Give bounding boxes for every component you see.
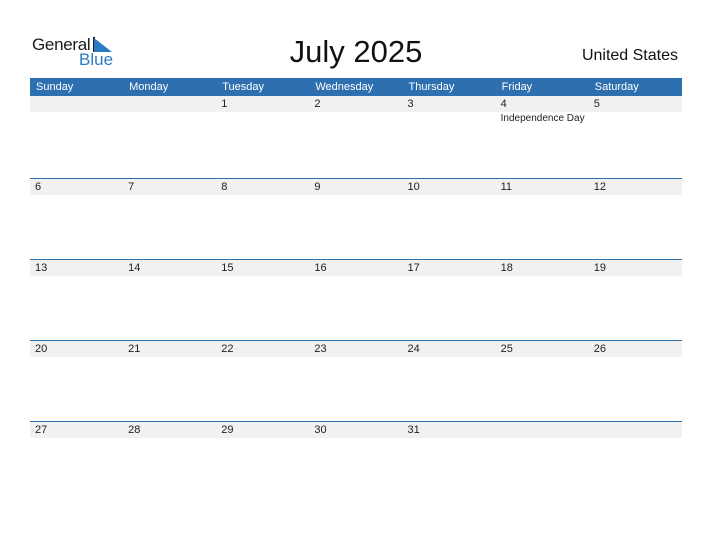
- day-number: 20: [35, 343, 48, 355]
- day-number: 5: [593, 98, 600, 110]
- day-number: 13: [35, 262, 48, 274]
- day-event: [589, 112, 682, 124]
- day-event: [123, 276, 216, 277]
- day-number: 2: [314, 98, 321, 110]
- day-event: [589, 438, 682, 439]
- day-number: 22: [221, 343, 234, 355]
- day-event: [30, 438, 123, 439]
- day-number: 21: [128, 343, 141, 355]
- day-number: 9: [314, 181, 321, 193]
- day-number: 19: [593, 262, 606, 274]
- day-number: 15: [221, 262, 234, 274]
- day-number: 12: [593, 181, 606, 193]
- day-event: [403, 195, 496, 196]
- day-number: 27: [35, 424, 48, 436]
- day-number: 26: [593, 343, 606, 355]
- events-band: [30, 438, 682, 439]
- day-event: [216, 195, 309, 196]
- day-number-band: 13 14 15 16 17 18 19: [30, 260, 682, 276]
- day-event: [496, 438, 589, 439]
- day-event: [496, 276, 589, 277]
- day-event: [496, 357, 589, 358]
- day-event: [216, 276, 309, 277]
- day-number: [496, 422, 589, 438]
- day-event: [216, 357, 309, 358]
- day-number: 6: [35, 181, 42, 193]
- day-event: [403, 276, 496, 277]
- day-number: 16: [314, 262, 327, 274]
- day-number: [30, 96, 123, 112]
- events-band: [30, 195, 682, 196]
- day-number-band: 20 21 22 23 24 25 26: [30, 341, 682, 357]
- day-event: [216, 112, 309, 124]
- day-number: 28: [128, 424, 141, 436]
- week-row: 27 28 29 30 31: [30, 421, 682, 502]
- day-number: 25: [500, 343, 513, 355]
- weekday-friday: Friday: [501, 81, 533, 93]
- day-event: [403, 357, 496, 358]
- weekday-header: Sunday Monday Tuesday Wednesday Thursday…: [30, 78, 682, 96]
- events-band: [30, 357, 682, 358]
- day-number: 4: [500, 98, 507, 110]
- day-number: 7: [128, 181, 135, 193]
- day-number-band: 6 7 8 9 10 11 12: [30, 179, 682, 195]
- day-event: [30, 357, 123, 358]
- weekday-sunday: Sunday: [36, 81, 74, 93]
- day-number: 31: [407, 424, 420, 436]
- day-number: 3: [407, 98, 414, 110]
- day-number: 24: [407, 343, 420, 355]
- day-number: 29: [221, 424, 234, 436]
- week-row: 6 7 8 9 10 11 12: [30, 178, 682, 259]
- day-number: 11: [500, 181, 513, 193]
- country-label: United States: [581, 47, 678, 64]
- weekday-wednesday: Wednesday: [315, 81, 374, 93]
- day-event: [216, 438, 309, 439]
- day-event: [123, 438, 216, 439]
- day-event: [496, 195, 589, 196]
- day-number: 23: [314, 343, 327, 355]
- day-event: [123, 357, 216, 358]
- day-number: 30: [314, 424, 327, 436]
- day-event: [403, 112, 496, 124]
- day-event: [403, 438, 496, 439]
- day-event: Independence Day: [500, 113, 585, 124]
- weekday-saturday: Saturday: [594, 81, 639, 93]
- day-number-band: 27 28 29 30 31: [30, 422, 682, 438]
- day-number: 18: [500, 262, 513, 274]
- day-number: 1: [221, 98, 228, 110]
- day-event: [309, 276, 402, 277]
- day-event: [589, 195, 682, 196]
- day-event: [309, 112, 402, 124]
- day-number: [589, 422, 682, 438]
- day-event: [30, 276, 123, 277]
- day-event: [589, 276, 682, 277]
- day-event: [589, 357, 682, 358]
- day-number: 10: [407, 181, 420, 193]
- events-band: Independence Day: [30, 112, 682, 124]
- week-row: 1 2 3 4 5 Independence Day: [30, 96, 682, 178]
- day-number: 17: [407, 262, 420, 274]
- events-band: [30, 276, 682, 277]
- day-event: [30, 195, 123, 196]
- day-event: [309, 357, 402, 358]
- day-event: [309, 438, 402, 439]
- week-row: 13 14 15 16 17 18 19: [30, 259, 682, 340]
- calendar-grid: Sunday Monday Tuesday Wednesday Thursday…: [30, 78, 682, 502]
- weekday-tuesday: Tuesday: [222, 81, 265, 93]
- day-event: [30, 112, 123, 124]
- day-number: 14: [128, 262, 141, 274]
- day-event: [123, 195, 216, 196]
- week-row: 20 21 22 23 24 25 26: [30, 340, 682, 421]
- day-number: 8: [221, 181, 228, 193]
- weekday-thursday: Thursday: [408, 81, 455, 93]
- day-event: [123, 112, 216, 124]
- day-number-band: 1 2 3 4 5: [30, 96, 682, 112]
- day-number: [123, 96, 216, 112]
- day-event: [309, 195, 402, 196]
- weekday-monday: Monday: [129, 81, 169, 93]
